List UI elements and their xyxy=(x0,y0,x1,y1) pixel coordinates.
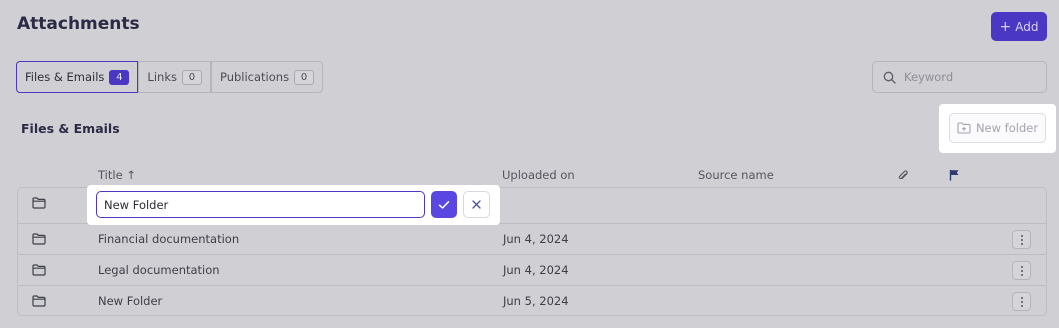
table-row[interactable]: Financial documentation Jun 4, 2024 xyxy=(18,223,1046,254)
row-uploaded-on: Jun 4, 2024 xyxy=(503,232,569,246)
confirm-button[interactable] xyxy=(431,191,457,218)
row-title[interactable]: New Folder xyxy=(98,294,162,308)
column-header-title[interactable]: Title ↑ xyxy=(98,168,136,182)
row-uploaded-on: Jun 5, 2024 xyxy=(503,294,569,308)
tab-files-emails[interactable]: Files & Emails 4 xyxy=(16,61,139,93)
search-input[interactable] xyxy=(904,70,1034,84)
flag-icon xyxy=(949,170,959,181)
paperclip-icon xyxy=(898,170,908,180)
tab-count-badge: 0 xyxy=(181,69,202,85)
folder-plus-icon xyxy=(957,122,971,134)
folder-icon xyxy=(32,264,46,276)
folder-name-input[interactable] xyxy=(96,191,425,218)
row-uploaded-on: Jun 4, 2024 xyxy=(503,263,569,277)
tab-publications[interactable]: Publications 0 xyxy=(210,61,324,93)
search-box[interactable] xyxy=(872,61,1047,93)
plus-icon: + xyxy=(999,18,1012,35)
page-title: Attachments xyxy=(17,14,140,34)
tab-count-badge: 4 xyxy=(109,69,130,85)
tab-label: Files & Emails xyxy=(25,70,105,84)
folder-icon xyxy=(32,233,46,245)
new-folder-label: New folder xyxy=(975,121,1039,135)
row-title[interactable]: Financial documentation xyxy=(98,232,239,246)
row-menu-button[interactable] xyxy=(1012,292,1031,311)
add-button[interactable]: + Add xyxy=(991,12,1047,41)
attachment-tabs: Files & Emails 4 Links 0 Publications 0 xyxy=(16,61,324,93)
column-header-source-name[interactable]: Source name xyxy=(698,168,774,182)
tab-label: Links xyxy=(147,70,177,84)
row-title[interactable]: Legal documentation xyxy=(98,263,220,277)
new-folder-button[interactable]: New folder xyxy=(949,113,1046,143)
tab-links[interactable]: Links 0 xyxy=(138,61,211,93)
table-row[interactable]: Legal documentation Jun 4, 2024 xyxy=(18,254,1046,285)
column-header-uploaded-on[interactable]: Uploaded on xyxy=(502,168,575,182)
section-title: Files & Emails xyxy=(21,121,120,136)
row-menu-button[interactable] xyxy=(1012,230,1031,249)
search-icon xyxy=(883,71,896,84)
folder-icon xyxy=(32,197,46,209)
cancel-button[interactable] xyxy=(463,191,490,218)
check-icon xyxy=(438,200,450,209)
tab-count-badge: 0 xyxy=(294,69,315,85)
close-icon xyxy=(472,200,481,209)
add-button-label: Add xyxy=(1015,19,1039,34)
table-row[interactable]: New Folder Jun 5, 2024 xyxy=(18,285,1046,315)
tab-label: Publications xyxy=(219,70,290,84)
folder-icon xyxy=(32,295,46,307)
row-menu-button[interactable] xyxy=(1012,261,1031,280)
